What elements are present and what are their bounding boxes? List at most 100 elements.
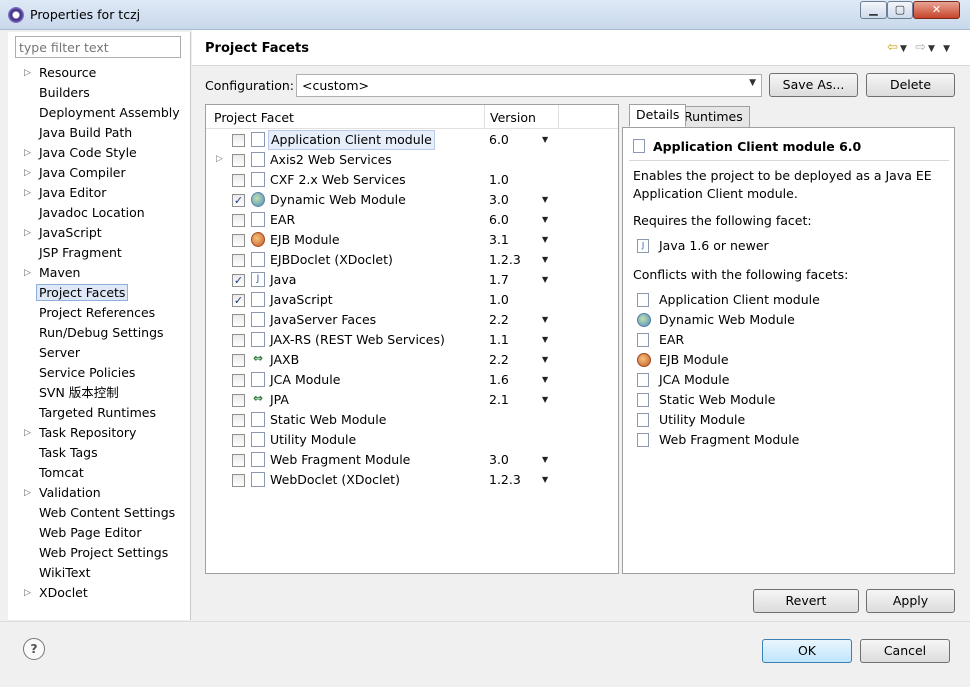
facet-checkbox[interactable]: [232, 254, 245, 267]
facet-version[interactable]: 2.1: [489, 390, 509, 410]
tab-details[interactable]: Details: [629, 104, 687, 127]
column-version[interactable]: Version: [490, 110, 536, 125]
version-dropdown-icon[interactable]: ▼: [542, 130, 548, 150]
facet-checkbox[interactable]: [232, 314, 245, 327]
expand-arrow-icon[interactable]: ▷: [24, 163, 31, 183]
forward-arrow-icon[interactable]: ⇨: [915, 40, 928, 55]
facet-version[interactable]: 6.0: [489, 130, 509, 150]
version-dropdown-icon[interactable]: ▼: [542, 310, 548, 330]
facet-version[interactable]: 1.6: [489, 370, 509, 390]
back-arrow-icon[interactable]: ⇦: [887, 40, 900, 55]
facet-version[interactable]: 1.2.3: [489, 250, 521, 270]
version-dropdown-icon[interactable]: ▼: [542, 210, 548, 230]
nav-item[interactable]: ▷ Java Compiler: [8, 163, 191, 183]
facet-row[interactable]: ▷ Axis2 Web Services: [206, 150, 618, 170]
facet-version[interactable]: 3.0: [489, 190, 509, 210]
nav-item[interactable]: Project References: [8, 303, 191, 323]
nav-item[interactable]: JSP Fragment: [8, 243, 191, 263]
facet-checkbox[interactable]: [232, 214, 245, 227]
nav-item[interactable]: Targeted Runtimes: [8, 403, 191, 423]
facet-version[interactable]: 2.2: [489, 350, 509, 370]
nav-item[interactable]: ▷ XDoclet: [8, 583, 191, 603]
back-dropdown-icon[interactable]: ▼: [900, 44, 909, 54]
facet-checkbox[interactable]: [232, 414, 245, 427]
nav-item[interactable]: Web Content Settings: [8, 503, 191, 523]
nav-item[interactable]: ▷ Validation: [8, 483, 191, 503]
configuration-combo[interactable]: <custom> ▼: [296, 74, 762, 97]
nav-item[interactable]: Task Tags: [8, 443, 191, 463]
nav-item[interactable]: Web Page Editor: [8, 523, 191, 543]
facet-version[interactable]: 1.2.3: [489, 470, 521, 490]
nav-item[interactable]: Server: [8, 343, 191, 363]
expand-arrow-icon[interactable]: ▷: [24, 183, 31, 203]
facet-row[interactable]: EAR 6.0 ▼: [206, 210, 618, 230]
nav-item[interactable]: Web Project Settings: [8, 543, 191, 563]
facet-checkbox[interactable]: ✓: [232, 274, 245, 287]
facet-row[interactable]: WebDoclet (XDoclet) 1.2.3 ▼: [206, 470, 618, 490]
facet-version[interactable]: 6.0: [489, 210, 509, 230]
nav-item[interactable]: ▷ Task Repository: [8, 423, 191, 443]
facet-row[interactable]: EJB Module 3.1 ▼: [206, 230, 618, 250]
facet-row[interactable]: Application Client module 6.0 ▼: [206, 130, 618, 150]
expand-arrow-icon[interactable]: ▷: [24, 583, 31, 603]
nav-item[interactable]: Java Build Path: [8, 123, 191, 143]
facet-row[interactable]: CXF 2.x Web Services 1.0: [206, 170, 618, 190]
nav-item[interactable]: Service Policies: [8, 363, 191, 383]
facet-version[interactable]: 3.1: [489, 230, 509, 250]
view-menu-icon[interactable]: ▼: [943, 44, 952, 54]
version-dropdown-icon[interactable]: ▼: [542, 250, 548, 270]
version-dropdown-icon[interactable]: ▼: [542, 390, 548, 410]
version-dropdown-icon[interactable]: ▼: [542, 350, 548, 370]
facet-checkbox[interactable]: [232, 454, 245, 467]
filter-input[interactable]: [15, 36, 181, 58]
facet-version[interactable]: 2.2: [489, 310, 509, 330]
facet-checkbox[interactable]: [232, 154, 245, 167]
facet-row[interactable]: ✓ Dynamic Web Module 3.0 ▼: [206, 190, 618, 210]
facet-checkbox[interactable]: [232, 134, 245, 147]
facet-version[interactable]: 1.1: [489, 330, 509, 350]
facet-row[interactable]: JCA Module 1.6 ▼: [206, 370, 618, 390]
help-icon[interactable]: ?: [23, 638, 45, 660]
nav-item[interactable]: Deployment Assembly: [8, 103, 191, 123]
facet-version[interactable]: 1.7: [489, 270, 509, 290]
facet-row[interactable]: Web Fragment Module 3.0 ▼: [206, 450, 618, 470]
version-dropdown-icon[interactable]: ▼: [542, 270, 548, 290]
facet-checkbox[interactable]: ✓: [232, 194, 245, 207]
facet-checkbox[interactable]: [232, 474, 245, 487]
facet-row[interactable]: Utility Module: [206, 430, 618, 450]
version-dropdown-icon[interactable]: ▼: [542, 450, 548, 470]
facet-checkbox[interactable]: [232, 394, 245, 407]
facet-checkbox[interactable]: [232, 234, 245, 247]
nav-item[interactable]: Project Facets: [8, 283, 191, 303]
facet-checkbox[interactable]: [232, 334, 245, 347]
version-dropdown-icon[interactable]: ▼: [542, 230, 548, 250]
facet-checkbox[interactable]: [232, 434, 245, 447]
nav-item[interactable]: ▷ Maven: [8, 263, 191, 283]
version-dropdown-icon[interactable]: ▼: [542, 190, 548, 210]
save-as-button[interactable]: Save As...: [769, 73, 858, 97]
facet-row[interactable]: ✓ J Java 1.7 ▼: [206, 270, 618, 290]
facet-checkbox[interactable]: [232, 354, 245, 367]
maximize-button[interactable]: ▢: [887, 1, 913, 19]
expand-arrow-icon[interactable]: ▷: [24, 63, 31, 83]
revert-button[interactable]: Revert: [753, 589, 859, 613]
facet-version[interactable]: 3.0: [489, 450, 509, 470]
nav-item[interactable]: ▷ Resource: [8, 63, 191, 83]
expand-arrow-icon[interactable]: ▷: [24, 263, 31, 283]
nav-item[interactable]: ▷ Java Code Style: [8, 143, 191, 163]
nav-item[interactable]: WikiText: [8, 563, 191, 583]
facet-row[interactable]: EJBDoclet (XDoclet) 1.2.3 ▼: [206, 250, 618, 270]
cancel-button[interactable]: Cancel: [860, 639, 950, 663]
nav-item[interactable]: Javadoc Location: [8, 203, 191, 223]
version-dropdown-icon[interactable]: ▼: [542, 370, 548, 390]
ok-button[interactable]: OK: [762, 639, 852, 663]
forward-dropdown-icon[interactable]: ▼: [928, 44, 937, 54]
facet-row[interactable]: JAX-RS (REST Web Services) 1.1 ▼: [206, 330, 618, 350]
expand-arrow-icon[interactable]: ▷: [216, 154, 223, 164]
facet-row[interactable]: Static Web Module: [206, 410, 618, 430]
version-dropdown-icon[interactable]: ▼: [542, 470, 548, 490]
delete-button[interactable]: Delete: [866, 73, 955, 97]
expand-arrow-icon[interactable]: ▷: [24, 423, 31, 443]
facet-row[interactable]: ⇔ JAXB 2.2 ▼: [206, 350, 618, 370]
nav-item[interactable]: Builders: [8, 83, 191, 103]
